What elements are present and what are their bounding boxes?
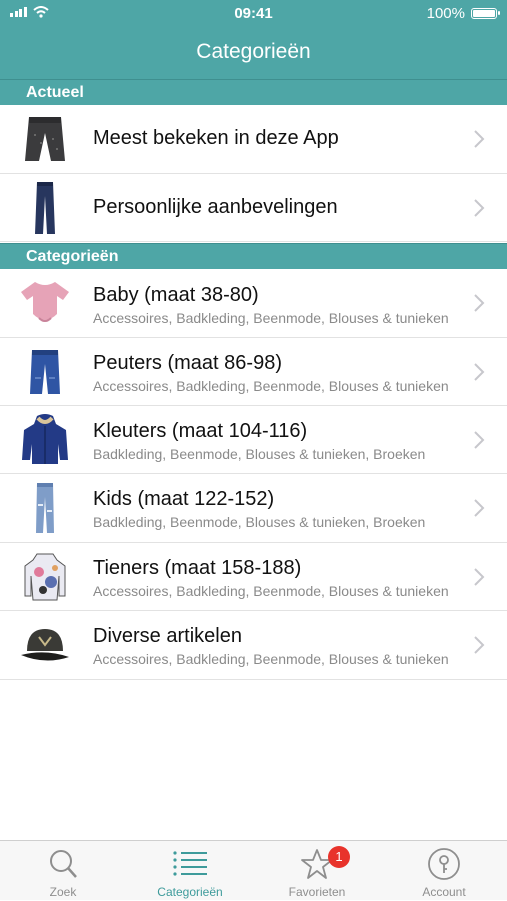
jacket-thumbnail — [16, 411, 74, 469]
item-subtitle: Badkleding, Beenmode, Blouses & tunieken… — [93, 514, 426, 530]
item-title: Diverse artikelen — [93, 625, 242, 647]
item-title: Kleuters (maat 104-116) — [93, 420, 308, 442]
toddler-jeans-thumbnail — [16, 343, 74, 401]
tab-favorieten[interactable]: 1 Favorieten — [254, 841, 380, 901]
chevron-right-icon — [474, 294, 485, 312]
cap-thumbnail — [16, 616, 74, 674]
tab-zoek[interactable]: Zoek — [0, 841, 126, 901]
item-title: Peuters (maat 86-98) — [93, 352, 282, 374]
printed-jacket-thumbnail — [16, 548, 74, 606]
kids-jeans-thumbnail — [16, 479, 74, 537]
list-item-baby[interactable]: Baby (maat 38-80) Accessoires, Badkledin… — [0, 269, 507, 338]
item-subtitle: Accessoires, Badkleding, Beenmode, Blous… — [93, 310, 449, 326]
item-title: Baby (maat 38-80) — [93, 284, 259, 306]
list-icon — [173, 851, 207, 876]
tab-bar: Zoek Categorieën 1 Favorieten Account — [0, 840, 507, 900]
search-icon — [50, 850, 77, 878]
account-lock-icon — [428, 848, 460, 880]
item-subtitle: Accessoires, Badkleding, Beenmode, Blous… — [93, 583, 449, 599]
tab-label: Favorieten — [288, 885, 346, 899]
nav-bar: Categorieën — [0, 28, 507, 79]
pants-thumbnail — [16, 111, 74, 169]
item-subtitle: Accessoires, Badkleding, Beenmode, Blous… — [93, 378, 449, 394]
item-subtitle: Badkleding, Beenmode, Blouses & tunieken… — [93, 446, 426, 462]
chevron-right-icon — [474, 363, 485, 381]
list-item-peuters[interactable]: Peuters (maat 86-98) Accessoires, Badkle… — [0, 338, 507, 406]
baby-bodysuit-thumbnail — [16, 274, 74, 332]
tab-label: Categorieën — [157, 885, 223, 899]
chevron-right-icon — [474, 636, 485, 654]
chevron-right-icon — [474, 199, 485, 217]
tab-categorieen[interactable]: Categorieën — [127, 841, 253, 901]
tab-label: Zoek — [49, 885, 77, 899]
item-title: Meest bekeken in deze App — [93, 127, 339, 149]
chevron-right-icon — [474, 499, 485, 517]
list-item-kids[interactable]: Kids (maat 122-152) Badkleding, Beenmode… — [0, 474, 507, 543]
list-item-persoonlijke-aanbevelingen[interactable]: Persoonlijke aanbevelingen — [0, 174, 507, 242]
item-title: Tieners (maat 158-188) — [93, 557, 302, 579]
battery-percentage: 100% — [426, 5, 465, 22]
item-title: Kids (maat 122-152) — [93, 488, 275, 510]
chevron-right-icon — [474, 568, 485, 586]
section-header-categorieen: Categorieën — [0, 243, 507, 269]
chevron-right-icon — [474, 130, 485, 148]
jeans-thumbnail — [16, 179, 74, 237]
item-subtitle: Accessoires, Badkleding, Beenmode, Blous… — [93, 651, 449, 667]
tab-label: Account — [422, 885, 466, 899]
tab-account[interactable]: Account — [381, 841, 507, 901]
chevron-right-icon — [474, 431, 485, 449]
section-header-actueel: Actueel — [0, 79, 507, 105]
battery-icon — [471, 8, 500, 19]
page-title: Categorieën — [196, 40, 311, 63]
status-bar: 09:41 100% — [0, 0, 507, 28]
list-item-diverse-artikelen[interactable]: Diverse artikelen Accessoires, Badkledin… — [0, 611, 507, 680]
list-item-tieners[interactable]: Tieners (maat 158-188) Accessoires, Badk… — [0, 543, 507, 611]
item-title: Persoonlijke aanbevelingen — [93, 196, 338, 218]
list-item-meest-bekeken[interactable]: Meest bekeken in deze App — [0, 105, 507, 174]
list-item-kleuters[interactable]: Kleuters (maat 104-116) Badkleding, Been… — [0, 406, 507, 474]
favorites-badge: 1 — [328, 846, 350, 868]
